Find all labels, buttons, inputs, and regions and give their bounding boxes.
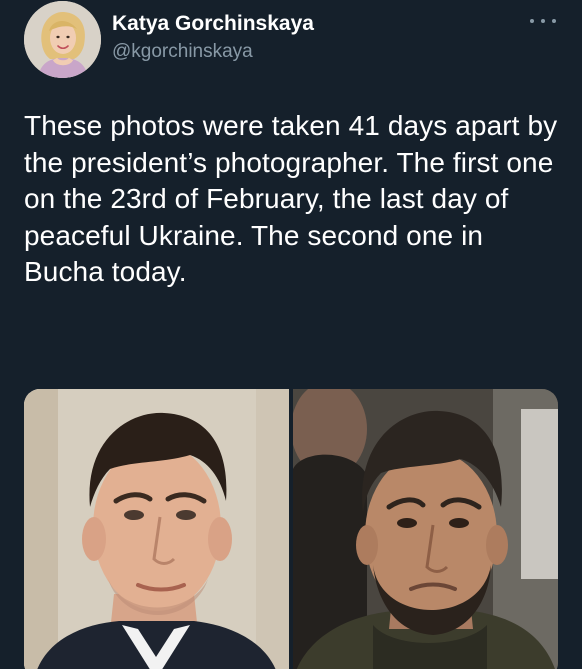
photo-second[interactable]: [293, 389, 558, 669]
more-dot: [552, 19, 556, 23]
more-options-icon[interactable]: [530, 14, 556, 28]
portrait-image: [293, 389, 558, 669]
portrait-image: [24, 389, 289, 669]
more-dot: [541, 19, 545, 23]
avatar[interactable]: [24, 1, 101, 78]
avatar-image: [24, 1, 101, 78]
author-handle[interactable]: @kgorchinskaya: [112, 41, 253, 63]
media-grid: [24, 389, 558, 669]
more-dot: [530, 19, 534, 23]
photo-first[interactable]: [24, 389, 289, 669]
tweet-card[interactable]: Katya Gorchinskaya @kgorchinskaya These …: [0, 0, 582, 669]
author-name[interactable]: Katya Gorchinskaya: [112, 12, 314, 36]
tweet-text: These photos were taken 41 days apart by…: [24, 110, 558, 287]
